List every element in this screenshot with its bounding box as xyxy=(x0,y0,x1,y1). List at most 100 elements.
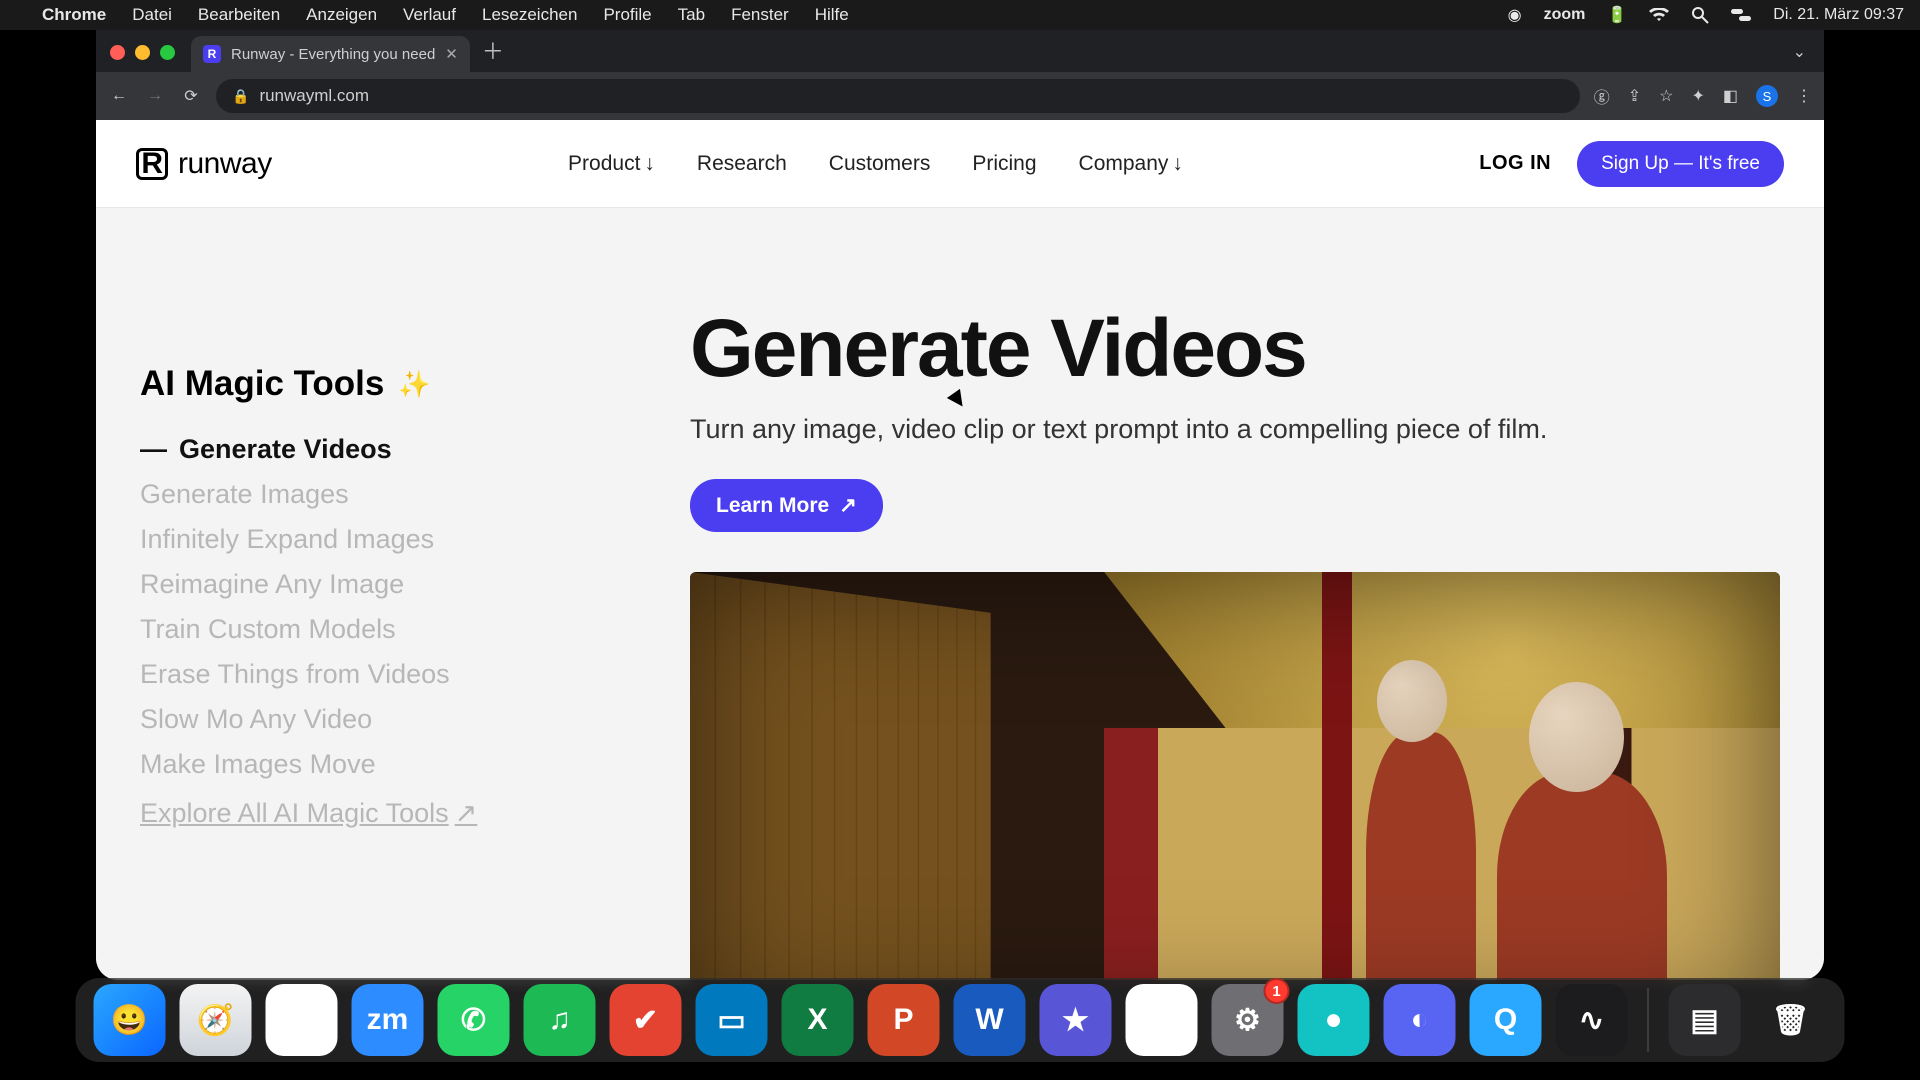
tab-title: Runway - Everything you need xyxy=(231,46,435,63)
chrome-menu-icon[interactable]: ⋮ xyxy=(1796,86,1812,106)
browser-window: R Runway - Everything you need ✕ ＋ ⌄ ← →… xyxy=(96,30,1824,980)
google-lens-icon[interactable]: ⓖ xyxy=(1594,84,1610,108)
battery-icon[interactable]: 🔋 xyxy=(1607,5,1627,25)
brand-mark-icon: R xyxy=(136,148,168,180)
dock-app-drive[interactable]: ▲ xyxy=(1126,984,1198,1056)
dock-app-powerpoint[interactable]: P xyxy=(868,984,940,1056)
menubar-item[interactable]: Lesezeichen xyxy=(482,5,577,25)
magic-wand-icon: ✨ xyxy=(398,369,430,400)
mac-menubar: Chrome Datei Bearbeiten Anzeigen Verlauf… xyxy=(0,0,1920,30)
arrow-northeast-icon: ↗ xyxy=(839,493,857,518)
bookmark-star-icon[interactable]: ☆ xyxy=(1659,86,1673,106)
dock-app-whatsapp[interactable]: ✆ xyxy=(438,984,510,1056)
nav-customers[interactable]: Customers xyxy=(829,152,931,176)
sidebar-item-images-move[interactable]: Make Images Move xyxy=(140,749,610,780)
primary-nav: Product↓ Research Customers Pricing Comp… xyxy=(568,152,1183,176)
learn-more-button[interactable]: Learn More ↗ xyxy=(690,479,883,532)
video-preview xyxy=(690,572,1780,980)
menubar-item[interactable]: Profile xyxy=(603,5,651,25)
chevron-down-icon: ↓ xyxy=(1172,152,1183,176)
dock-app-imovie[interactable]: ★ xyxy=(1040,984,1112,1056)
profile-avatar[interactable]: S xyxy=(1756,85,1778,107)
url-text: runwayml.com xyxy=(259,86,369,106)
site-header: R runway Product↓ Research Customers Pri… xyxy=(96,120,1824,208)
dock-app-app-teal[interactable]: ● xyxy=(1298,984,1370,1056)
sidebar-title: AI Magic Tools ✨ xyxy=(140,364,610,404)
dock-app-trash[interactable]: 🗑 xyxy=(1755,984,1827,1056)
nav-company[interactable]: Company↓ xyxy=(1079,152,1183,176)
window-maximize-button[interactable] xyxy=(160,45,175,60)
menubar-item[interactable]: Verlauf xyxy=(403,5,456,25)
page-body: AI Magic Tools ✨ Generate Videos Generat… xyxy=(96,208,1824,980)
record-icon[interactable]: ◉ xyxy=(1508,5,1522,25)
spotlight-icon[interactable] xyxy=(1691,6,1709,24)
sidebar-item-slowmo[interactable]: Slow Mo Any Video xyxy=(140,704,610,735)
control-center-icon[interactable] xyxy=(1731,8,1751,22)
forward-button[interactable]: → xyxy=(144,87,166,105)
arrow-northeast-icon: ↗ xyxy=(455,798,478,829)
dock-badge: 1 xyxy=(1264,978,1290,1004)
dock-app-todoist[interactable]: ✔ xyxy=(610,984,682,1056)
sidebar-item-reimagine[interactable]: Reimagine Any Image xyxy=(140,569,610,600)
sidebar-item-generate-videos[interactable]: Generate Videos xyxy=(140,434,610,465)
nav-pricing[interactable]: Pricing xyxy=(972,152,1036,176)
hero-title: Generate Videos xyxy=(690,308,1780,390)
sidebar-item-expand-images[interactable]: Infinitely Expand Images xyxy=(140,524,610,555)
dock-app-spotify[interactable]: ♫ xyxy=(524,984,596,1056)
zoom-menubar[interactable]: zoom xyxy=(1544,6,1586,24)
dock-separator xyxy=(1648,988,1649,1052)
login-link[interactable]: LOG IN xyxy=(1479,152,1551,175)
sidebar-explore-link[interactable]: Explore All AI Magic Tools↗ xyxy=(140,798,610,829)
page-viewport: R runway Product↓ Research Customers Pri… xyxy=(96,120,1824,980)
menubar-item[interactable]: Fenster xyxy=(731,5,789,25)
share-icon[interactable]: ⇪ xyxy=(1628,86,1641,106)
dock-app-excel[interactable]: X xyxy=(782,984,854,1056)
toolbar: ← → ⟳ 🔒 runwayml.com ⓖ ⇪ ☆ ✦ ◧ S ⋮ xyxy=(96,72,1824,120)
tab-list-dropdown-icon[interactable]: ⌄ xyxy=(1793,42,1806,62)
new-tab-button[interactable]: ＋ xyxy=(482,34,504,66)
signup-button[interactable]: Sign Up — It's free xyxy=(1577,141,1784,187)
menubar-app-name[interactable]: Chrome xyxy=(42,5,106,25)
nav-product[interactable]: Product↓ xyxy=(568,152,655,176)
sidepanel-icon[interactable]: ◧ xyxy=(1723,86,1738,106)
dock-app-finder[interactable]: 😀 xyxy=(94,984,166,1056)
window-close-button[interactable] xyxy=(110,45,125,60)
menubar-item[interactable]: Bearbeiten xyxy=(198,5,280,25)
tools-sidebar: AI Magic Tools ✨ Generate Videos Generat… xyxy=(140,308,610,980)
tab-strip: R Runway - Everything you need ✕ ＋ ⌄ xyxy=(96,30,1824,72)
dock-app-discord[interactable]: ◐ xyxy=(1384,984,1456,1056)
dock-app-trello[interactable]: ▭ xyxy=(696,984,768,1056)
window-minimize-button[interactable] xyxy=(135,45,150,60)
menubar-clock[interactable]: Di. 21. März 09:37 xyxy=(1773,6,1904,24)
menubar-item[interactable]: Anzeigen xyxy=(306,5,377,25)
browser-tab[interactable]: R Runway - Everything you need ✕ xyxy=(191,36,470,72)
nav-research[interactable]: Research xyxy=(697,152,787,176)
sidebar-item-generate-images[interactable]: Generate Images xyxy=(140,479,610,510)
favicon-icon: R xyxy=(203,45,221,63)
chevron-down-icon: ↓ xyxy=(644,152,655,176)
dock-app-calculator[interactable]: ▤ xyxy=(1669,984,1741,1056)
sidebar-item-train-models[interactable]: Train Custom Models xyxy=(140,614,610,645)
dock-app-zoom[interactable]: zm xyxy=(352,984,424,1056)
lock-icon: 🔒 xyxy=(232,88,249,105)
address-bar[interactable]: 🔒 runwayml.com xyxy=(216,79,1580,113)
menubar-item[interactable]: Datei xyxy=(132,5,172,25)
back-button[interactable]: ← xyxy=(108,87,130,105)
sidebar-item-erase[interactable]: Erase Things from Videos xyxy=(140,659,610,690)
hero-subtitle: Turn any image, video clip or text promp… xyxy=(690,414,1780,445)
dock-app-chrome[interactable]: ◉ xyxy=(266,984,338,1056)
menubar-item[interactable]: Tab xyxy=(678,5,705,25)
dock-app-safari[interactable]: 🧭 xyxy=(180,984,252,1056)
dock-app-settings[interactable]: ⚙1 xyxy=(1212,984,1284,1056)
extensions-icon[interactable]: ✦ xyxy=(1691,86,1704,106)
dock-app-quicktime[interactable]: Q xyxy=(1470,984,1542,1056)
dock-app-word[interactable]: W xyxy=(954,984,1026,1056)
reload-button[interactable]: ⟳ xyxy=(180,86,202,106)
wifi-icon[interactable] xyxy=(1649,8,1669,22)
brand-logo[interactable]: R runway xyxy=(136,147,272,181)
main-content: Generate Videos Turn any image, video cl… xyxy=(690,308,1780,980)
menubar-item[interactable]: Hilfe xyxy=(815,5,849,25)
dock: 😀🧭◉zm✆♫✔▭XPW★▲⚙1●◐Q∿ ▤🗑 xyxy=(76,978,1845,1062)
dock-app-voice-memos[interactable]: ∿ xyxy=(1556,984,1628,1056)
tab-close-icon[interactable]: ✕ xyxy=(445,45,458,63)
